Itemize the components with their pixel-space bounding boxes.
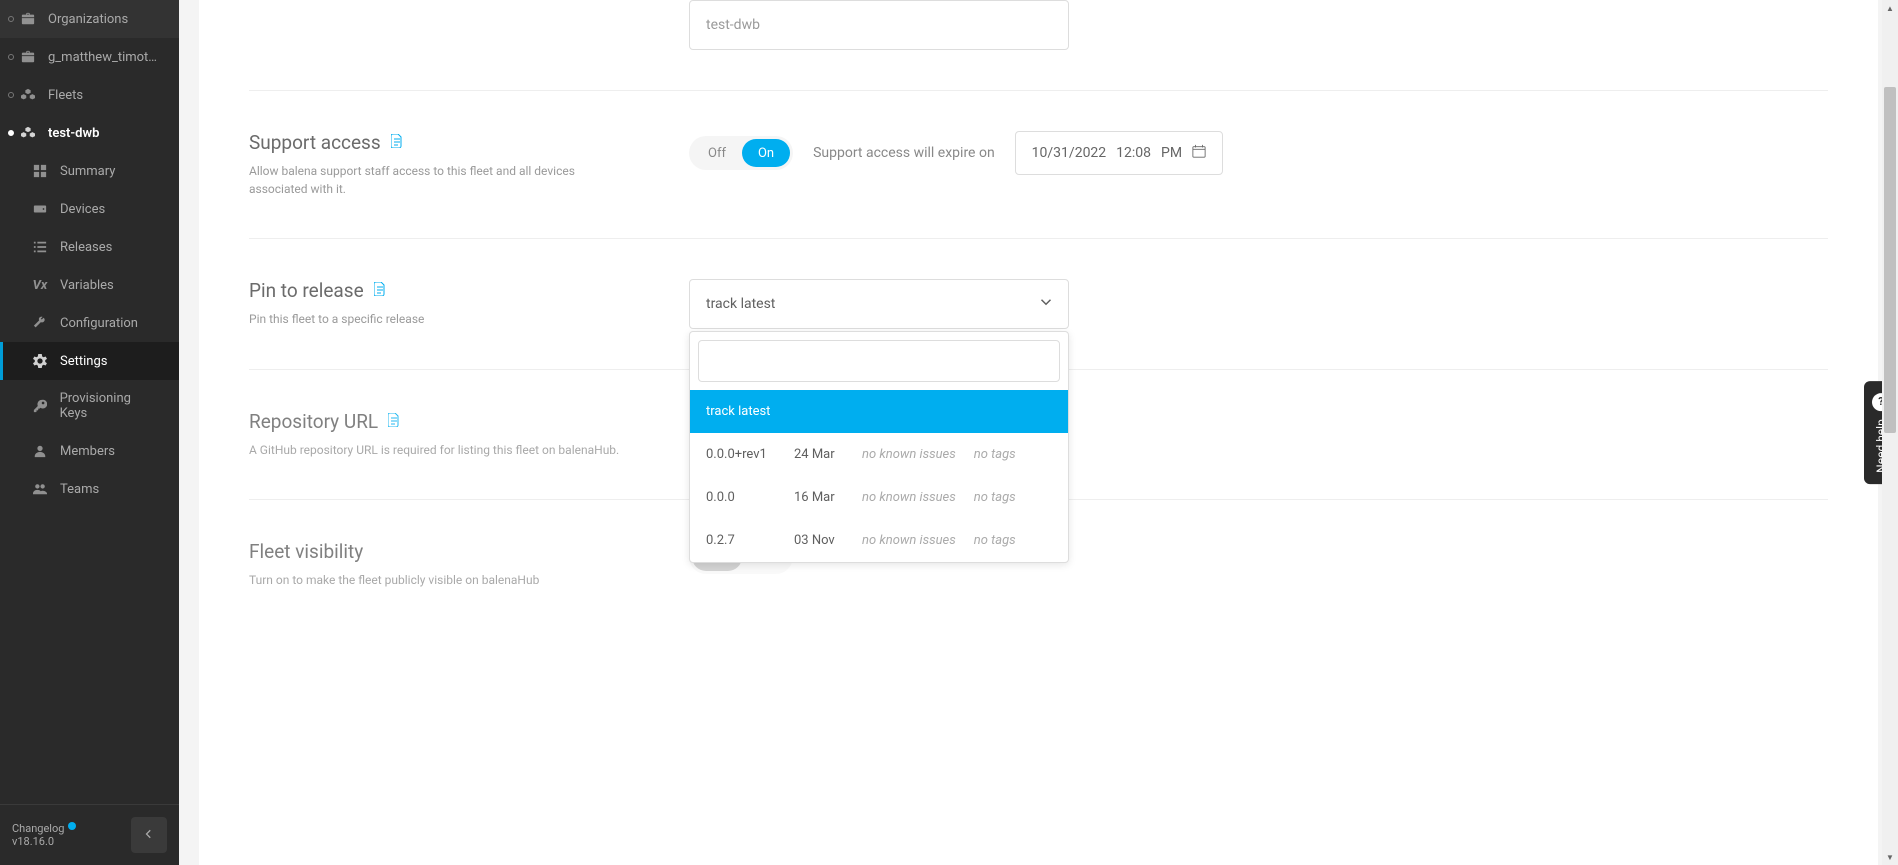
doc-icon[interactable] bbox=[374, 282, 386, 300]
nav-fleets[interactable]: Fleets bbox=[0, 76, 179, 114]
chevron-left-icon bbox=[144, 829, 154, 842]
scrollbar[interactable]: ▲ ▼ bbox=[1882, 0, 1898, 865]
pin-to-release-section: Pin to release Pin this fleet to a speci… bbox=[249, 239, 1828, 370]
sidebar: Organizations g_matthew_timot… Fleets te… bbox=[0, 0, 179, 865]
sidebar-footer: Changelog v18.16.0 bbox=[0, 804, 179, 865]
doc-icon[interactable] bbox=[388, 413, 400, 431]
changelog-link[interactable]: Changelog v18.16.0 bbox=[12, 822, 64, 848]
support-access-desc: Allow balena support staff access to thi… bbox=[249, 162, 629, 198]
users-icon bbox=[32, 481, 48, 497]
key-icon bbox=[32, 398, 48, 414]
doc-icon[interactable] bbox=[391, 134, 403, 152]
main-content: test-dwb Support access Allow balena sup… bbox=[199, 0, 1878, 865]
wrench-icon bbox=[32, 315, 48, 331]
dashboard-icon bbox=[32, 163, 48, 179]
repo-url-title: Repository URL bbox=[249, 410, 629, 433]
fleet-name-input[interactable]: test-dwb bbox=[689, 0, 1069, 50]
hdd-icon bbox=[32, 201, 48, 217]
release-dropdown-toggle[interactable]: track latest bbox=[689, 279, 1069, 329]
release-option[interactable]: 0.2.7 03 Nov no known issues no tags bbox=[690, 519, 1068, 562]
release-option[interactable]: 0.0.0+rev1 24 Mar no known issues no tag… bbox=[690, 433, 1068, 476]
expire-label: Support access will expire on bbox=[813, 145, 995, 161]
pin-release-title: Pin to release bbox=[249, 279, 629, 302]
fleet-visibility-desc: Turn on to make the fleet publicly visib… bbox=[249, 571, 629, 589]
pin-release-desc: Pin this fleet to a specific release bbox=[249, 310, 629, 328]
calendar-icon bbox=[1192, 144, 1206, 162]
collapse-sidebar-button[interactable] bbox=[131, 817, 167, 853]
sidebar-item-provisioning-keys[interactable]: Provisioning Keys bbox=[0, 380, 179, 432]
fleet-name-section: test-dwb bbox=[249, 0, 1828, 91]
user-icon bbox=[32, 443, 48, 459]
cubes-icon bbox=[20, 125, 36, 141]
support-access-title: Support access bbox=[249, 131, 629, 154]
toggle-off[interactable]: Off bbox=[692, 139, 742, 167]
scrollbar-thumb[interactable] bbox=[1884, 87, 1896, 433]
fleet-visibility-title: Fleet visibility bbox=[249, 540, 629, 563]
repo-url-desc: A GitHub repository URL is required for … bbox=[249, 441, 629, 459]
toggle-on[interactable]: On bbox=[742, 139, 790, 167]
release-dropdown-panel: track latest 0.0.0+rev1 24 Mar no known … bbox=[689, 331, 1069, 563]
release-option-track-latest[interactable]: track latest bbox=[690, 390, 1068, 433]
gear-icon bbox=[32, 353, 48, 369]
sidebar-item-releases[interactable]: Releases bbox=[0, 228, 179, 266]
notification-dot-icon bbox=[68, 822, 76, 830]
support-access-section: Support access Allow balena support staf… bbox=[249, 91, 1828, 239]
expire-datetime-input[interactable]: 10/31/2022 12:08 PM bbox=[1015, 131, 1223, 175]
cubes-icon bbox=[20, 87, 36, 103]
sidebar-item-devices[interactable]: Devices bbox=[0, 190, 179, 228]
support-access-toggle[interactable]: Off On bbox=[689, 136, 793, 170]
nav-current-fleet[interactable]: test-dwb bbox=[0, 114, 179, 152]
sidebar-item-members[interactable]: Members bbox=[0, 432, 179, 470]
sidebar-item-settings[interactable]: Settings bbox=[0, 342, 179, 380]
sidebar-item-variables[interactable]: Vx Variables bbox=[0, 266, 179, 304]
nav-organizations[interactable]: Organizations bbox=[0, 0, 179, 38]
variable-icon: Vx bbox=[32, 277, 48, 293]
release-search-input[interactable] bbox=[698, 340, 1060, 382]
release-dropdown: track latest track latest 0.0.0+rev1 24 … bbox=[689, 279, 1069, 329]
chevron-down-icon bbox=[1040, 296, 1052, 312]
scroll-up-icon[interactable]: ▲ bbox=[1882, 0, 1898, 16]
list-icon bbox=[32, 239, 48, 255]
sidebar-item-configuration[interactable]: Configuration bbox=[0, 304, 179, 342]
release-option[interactable]: 0.0.0 16 Mar no known issues no tags bbox=[690, 476, 1068, 519]
sidebar-item-teams[interactable]: Teams bbox=[0, 470, 179, 508]
nav-org-user[interactable]: g_matthew_timot… bbox=[0, 38, 179, 76]
scroll-down-icon[interactable]: ▼ bbox=[1882, 849, 1898, 865]
briefcase-icon bbox=[20, 49, 36, 65]
sidebar-item-summary[interactable]: Summary bbox=[0, 152, 179, 190]
briefcase-icon bbox=[20, 11, 36, 27]
